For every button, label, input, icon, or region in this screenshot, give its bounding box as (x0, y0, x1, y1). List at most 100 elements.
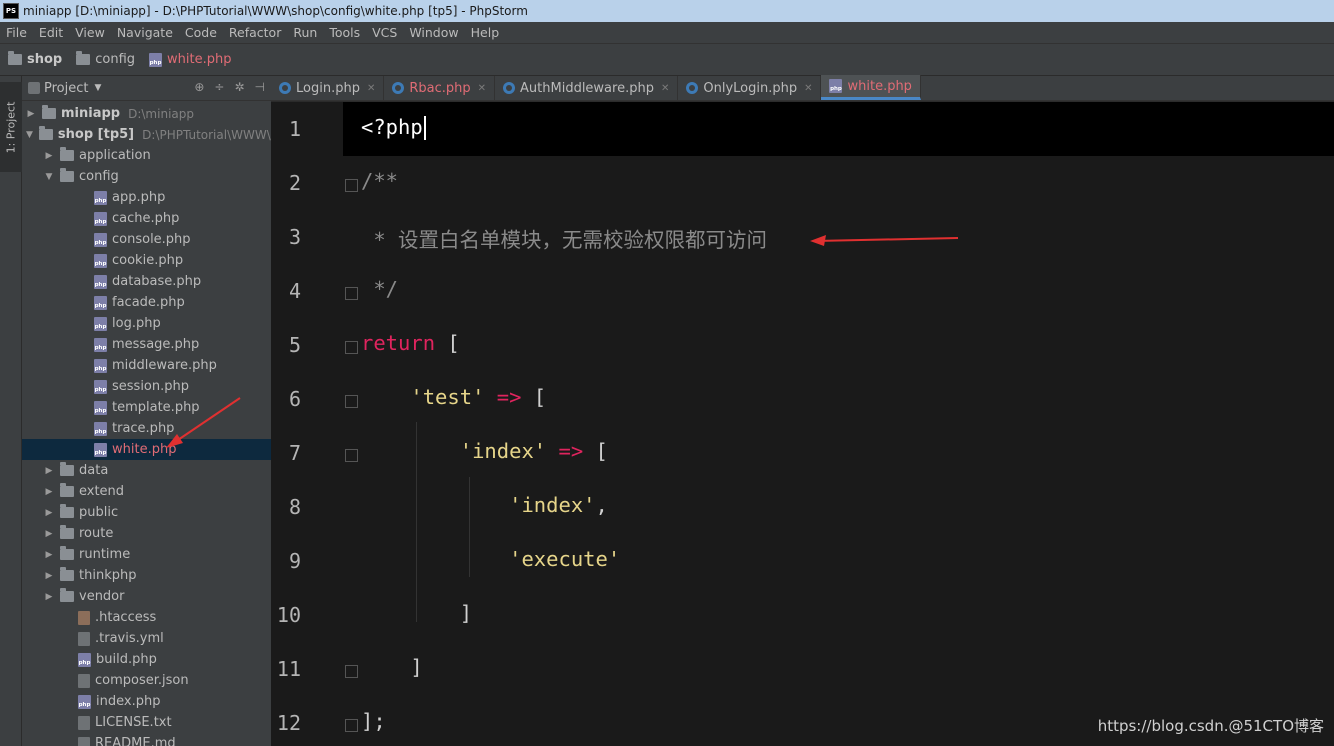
tree-item[interactable]: php cache.php (22, 208, 271, 229)
close-icon[interactable]: ✕ (804, 83, 812, 94)
tree-item[interactable]: ▶ runtime (22, 544, 271, 565)
folder-icon (60, 588, 74, 602)
line-number: 10 (276, 603, 301, 627)
php-file-icon: php (829, 79, 843, 93)
tree-item[interactable]: LICENSE.txt (22, 712, 271, 733)
menu-vcs[interactable]: VCS (366, 25, 403, 40)
chevron-down-icon[interactable]: ▼ (26, 130, 33, 140)
code-token: ] (361, 655, 423, 679)
breadcrumb-item-shop[interactable]: shop (8, 51, 62, 67)
hide-panel-icon[interactable]: ⊣ (255, 80, 265, 94)
menu-refactor[interactable]: Refactor (223, 25, 287, 40)
tree-item[interactable]: php console.php (22, 229, 271, 250)
tree-item[interactable]: ▶ application (22, 145, 271, 166)
fold-marker-icon[interactable] (345, 287, 358, 300)
chevron-right-icon[interactable]: ▶ (44, 550, 54, 560)
tab-login-php[interactable]: Login.php ✕ (271, 76, 385, 100)
scroll-from-source-icon[interactable]: ⊕ (194, 80, 204, 94)
php-file-icon: php (94, 253, 107, 268)
menu-file[interactable]: File (0, 25, 33, 40)
code-line: ] (361, 655, 423, 679)
breadcrumb-item-white-php[interactable]: php white.php (149, 52, 231, 67)
tree-item[interactable]: ▶ thinkphp (22, 565, 271, 586)
fold-marker-icon[interactable] (345, 395, 358, 408)
chevron-down-icon[interactable]: ▼ (94, 83, 101, 93)
php-file-icon: php (94, 211, 107, 226)
tree-item[interactable]: php cookie.php (22, 250, 271, 271)
tree-item[interactable]: ▶ data (22, 460, 271, 481)
tree-item[interactable]: php session.php (22, 376, 271, 397)
fold-marker-icon[interactable] (345, 719, 358, 732)
tree-item[interactable]: php template.php (22, 397, 271, 418)
tree-item[interactable]: php database.php (22, 271, 271, 292)
tree-item[interactable]: php white.php (22, 439, 271, 460)
menu-tools[interactable]: Tools (323, 25, 366, 40)
tree-item[interactable]: php app.php (22, 187, 271, 208)
fold-marker-icon[interactable] (345, 341, 358, 354)
collapse-all-icon[interactable]: ÷ (214, 80, 224, 94)
breadcrumb-item-config[interactable]: config (76, 51, 135, 67)
tree-item[interactable]: php middleware.php (22, 355, 271, 376)
tree-item[interactable]: php facade.php (22, 292, 271, 313)
left-tool-strip: 1: Project (0, 76, 22, 746)
tree-item[interactable]: ▶ public (22, 502, 271, 523)
menu-code[interactable]: Code (179, 25, 223, 40)
tree-item[interactable]: ▼ config (22, 166, 271, 187)
tree-item-label: extend (79, 484, 125, 499)
chevron-right-icon[interactable]: ▶ (44, 508, 54, 518)
menu-window[interactable]: Window (403, 25, 464, 40)
menu-help[interactable]: Help (465, 25, 506, 40)
tree-item[interactable]: php build.php (22, 649, 271, 670)
tree-item[interactable]: .travis.yml (22, 628, 271, 649)
chevron-right-icon[interactable]: ▶ (26, 109, 36, 119)
fold-marker-icon[interactable] (345, 449, 358, 462)
close-icon[interactable]: ✕ (661, 83, 669, 94)
chevron-right-icon[interactable]: ▶ (44, 592, 54, 602)
code-token: 'execute' (509, 547, 621, 571)
close-icon[interactable]: ✕ (367, 83, 375, 94)
tab-white-php[interactable]: php white.php (821, 75, 921, 100)
menu-navigate[interactable]: Navigate (111, 25, 179, 40)
project-tool-window-tab[interactable]: 1: Project (0, 82, 22, 172)
fold-marker-icon[interactable] (345, 179, 358, 192)
code-editor[interactable]: 1 2 3 4 5 6 7 8 9 10 11 12 <?php/** * 设置白名单模块，无需校验权… (271, 102, 1334, 746)
tree-item[interactable]: ▶ vendor (22, 586, 271, 607)
menu-edit[interactable]: Edit (33, 25, 69, 40)
tree-item[interactable]: ▼ shop [tp5] D:\PHPTutorial\WWW\sh (22, 124, 271, 145)
line-number: 11 (276, 657, 301, 681)
fold-marker-icon[interactable] (345, 665, 358, 678)
chevron-right-icon[interactable]: ▶ (44, 151, 54, 161)
code-token: ]; (361, 709, 386, 733)
tree-item[interactable]: php index.php (22, 691, 271, 712)
tree-item[interactable]: ▶ route (22, 523, 271, 544)
tab-rbac-php[interactable]: Rbac.php ✕ (384, 76, 496, 100)
php-file-icon: php (94, 295, 107, 310)
tree-item[interactable]: .htaccess (22, 607, 271, 628)
chevron-right-icon[interactable]: ▶ (44, 529, 54, 539)
tab-onlylogin-php[interactable]: OnlyLogin.php ✕ (678, 76, 822, 100)
code-line: <?php (361, 115, 426, 140)
code-line: 'index', (361, 493, 608, 517)
line-number: 2 (288, 171, 301, 195)
tree-item[interactable]: ▶ extend (22, 481, 271, 502)
chevron-down-icon[interactable]: ▼ (44, 172, 54, 182)
close-icon[interactable]: ✕ (478, 83, 486, 94)
tree-item[interactable]: php trace.php (22, 418, 271, 439)
chevron-right-icon[interactable]: ▶ (44, 571, 54, 581)
tree-item[interactable]: composer.json (22, 670, 271, 691)
breadcrumb: shop config php white.php (0, 44, 1334, 76)
tree-item[interactable]: README.md (22, 733, 271, 746)
chevron-right-icon[interactable]: ▶ (44, 466, 54, 476)
tree-item[interactable]: ▶ miniapp D:\miniapp (22, 103, 271, 124)
tree-item-label: .travis.yml (95, 631, 164, 646)
menu-view[interactable]: View (69, 25, 111, 40)
gear-icon[interactable]: ✲ (234, 80, 244, 94)
tab-authmiddleware-php[interactable]: AuthMiddleware.php ✕ (495, 76, 679, 100)
tree-item[interactable]: php message.php (22, 334, 271, 355)
chevron-right-icon[interactable]: ▶ (44, 487, 54, 497)
menu-run[interactable]: Run (287, 25, 323, 40)
tree-item[interactable]: php log.php (22, 313, 271, 334)
project-panel-title[interactable]: Project (44, 81, 88, 96)
tree-item-label: cache.php (112, 211, 180, 226)
